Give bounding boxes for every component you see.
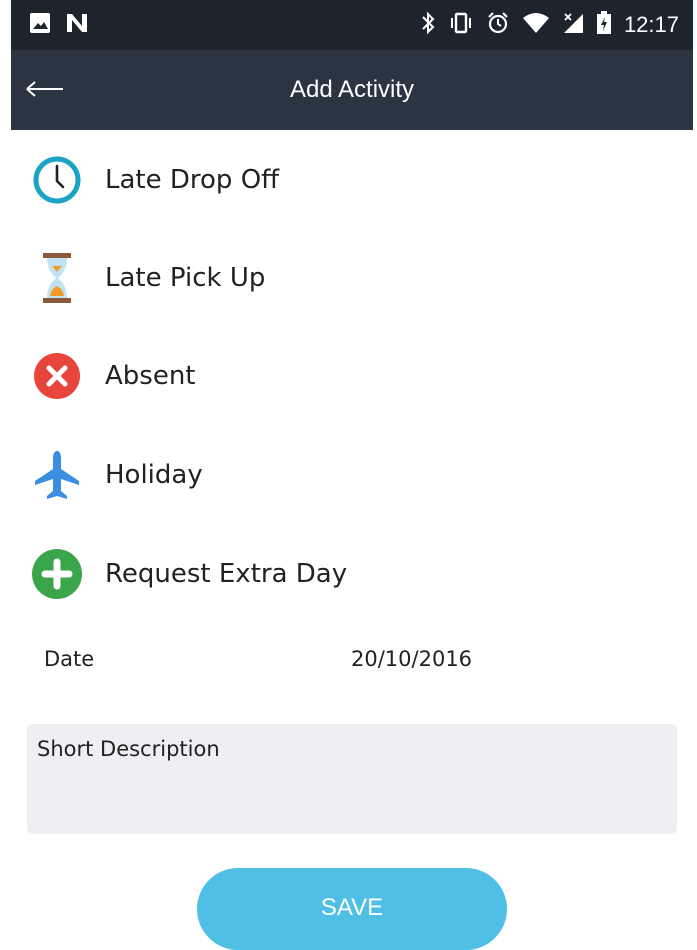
phone-screen: 12:17 Add Activity Late Drop Off Late Pi… [11,0,693,950]
activity-label: Late Drop Off [105,165,280,195]
bluetooth-icon [420,11,436,39]
alarm-icon [486,11,510,39]
activity-label: Request Extra Day [105,559,348,589]
status-bar: 12:17 [11,0,693,50]
status-time: 12:17 [623,12,679,37]
short-description-placeholder: Short Description [37,737,220,761]
activity-absent[interactable]: Absent [11,336,693,416]
wifi-icon [522,12,550,38]
page-title: Add Activity [289,76,415,103]
activity-label: Holiday [105,460,203,490]
activity-holiday[interactable]: Holiday [11,435,693,515]
airplane-icon [31,449,83,501]
hourglass-icon [31,252,83,304]
battery-charging-icon [596,11,612,39]
activity-label: Late Pick Up [105,263,266,293]
short-description-input[interactable]: Short Description [27,724,677,834]
activity-label: Absent [105,361,196,391]
save-button[interactable]: SAVE [197,868,507,950]
activity-late-pick-up[interactable]: Late Pick Up [11,238,693,318]
save-button-label: SAVE [320,894,384,921]
signal-icon [562,12,584,38]
arrow-left-icon [26,81,63,97]
date-label: Date [44,647,95,671]
vibrate-icon [448,11,474,39]
gallery-icon [29,12,51,38]
activity-late-drop-off[interactable]: Late Drop Off [11,140,693,220]
clock-icon [31,154,83,206]
app-bar: Add Activity [11,50,693,130]
activity-request-extra-day[interactable]: Request Extra Day [11,534,693,614]
plus-circle-icon [31,548,83,600]
back-button[interactable] [25,74,65,104]
n-icon [65,12,89,38]
date-value[interactable]: 20/10/2016 [351,647,472,671]
x-circle-icon [31,350,83,402]
